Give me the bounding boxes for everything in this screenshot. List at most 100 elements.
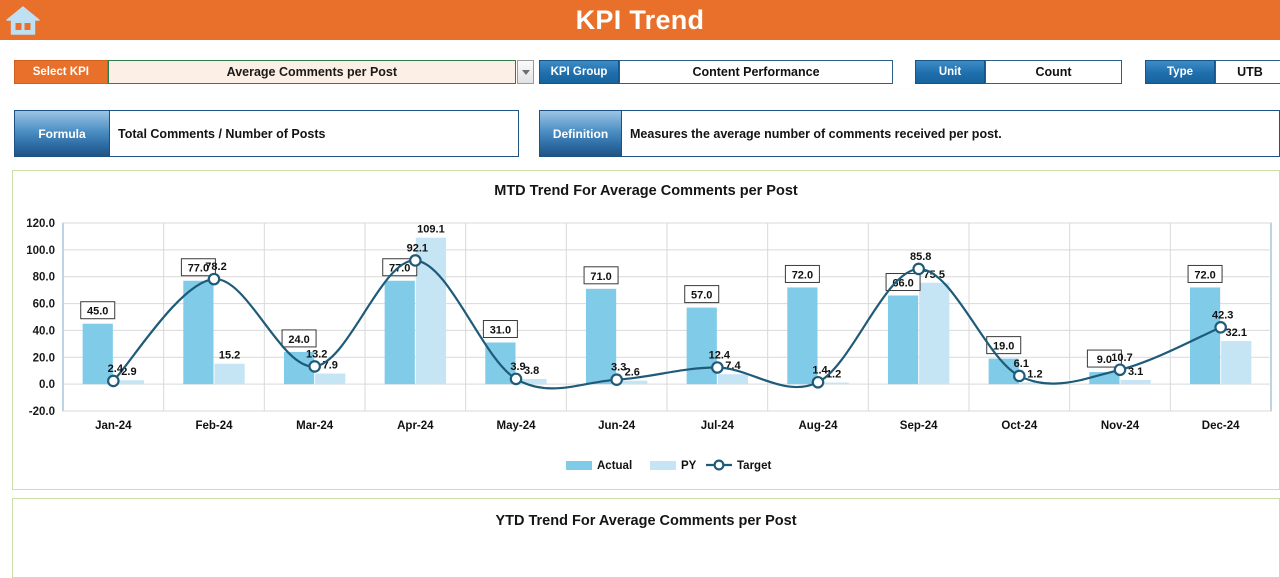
py-value-label: 15.2 <box>219 350 240 362</box>
target-value-label: 78.2 <box>205 261 226 273</box>
y-axis-tick-label: 80.0 <box>33 272 55 284</box>
legend-label: PY <box>681 460 697 472</box>
legend-marker <box>713 459 725 471</box>
target-value-label: 3.3 <box>611 362 626 374</box>
select-kpi-control[interactable]: Select KPI Average Comments per Post <box>14 60 534 84</box>
target-marker <box>811 375 825 389</box>
definition-block: Definition Measures the average number o… <box>539 110 1280 157</box>
legend-swatch <box>650 461 676 470</box>
target-marker <box>610 373 623 387</box>
definition-value: Measures the average number of comments … <box>622 110 1280 157</box>
page-title: KPI Trend <box>575 4 705 35</box>
actual-value-label: 24.0 <box>288 334 309 346</box>
actual-value-label: 9.0 <box>1097 354 1112 366</box>
target-value-label: 13.2 <box>306 348 327 360</box>
formula-label: Formula <box>14 110 110 157</box>
x-axis-tick-label: Mar-24 <box>296 420 334 432</box>
actual-value-label: 57.0 <box>691 290 712 302</box>
target-value-label: 1.4 <box>812 364 828 376</box>
target-marker <box>912 262 925 276</box>
target-value-label: 3.9 <box>510 361 525 373</box>
actual-value-label: 45.0 <box>87 306 108 318</box>
formula-value: Total Comments / Number of Posts <box>110 110 519 157</box>
y-axis-tick-label: -20.0 <box>29 406 55 418</box>
y-axis-tick-label: 100.0 <box>26 245 55 257</box>
x-axis-tick-label: Feb-24 <box>195 420 233 432</box>
actual-bar <box>82 323 113 385</box>
target-marker <box>207 272 221 286</box>
actual-bar <box>887 295 919 385</box>
py-bar <box>315 373 346 385</box>
type-control: Type UTB <box>1145 60 1280 84</box>
target-marker <box>107 374 120 388</box>
py-bar <box>717 374 749 385</box>
actual-value-label: 72.0 <box>792 269 813 281</box>
unit-control: Unit Count <box>915 60 1122 84</box>
actual-value-label: 71.0 <box>590 271 611 283</box>
unit-value: Count <box>985 60 1122 84</box>
mtd-chart-panel: MTD Trend For Average Comments per Post … <box>12 170 1280 490</box>
type-value: UTB <box>1215 60 1280 84</box>
y-axis-tick-label: 20.0 <box>33 352 55 364</box>
x-axis-tick-label: Aug-24 <box>799 420 839 432</box>
py-bar <box>1120 379 1151 385</box>
x-axis-tick-label: Apr-24 <box>397 420 434 432</box>
x-axis-tick-label: Sep-24 <box>900 420 938 432</box>
target-marker <box>409 254 422 267</box>
legend-label: Target <box>737 460 771 472</box>
actual-value-label: 72.0 <box>1194 269 1215 281</box>
home-icon[interactable] <box>4 2 42 38</box>
actual-bar <box>384 280 415 385</box>
py-value-label: 1.2 <box>1027 369 1042 381</box>
kpi-group-value: Content Performance <box>619 60 893 84</box>
x-axis-tick-label: Jan-24 <box>95 420 132 432</box>
py-bar <box>214 363 245 385</box>
actual-bar <box>183 280 214 385</box>
actual-bar <box>686 307 717 385</box>
target-value-label: 92.1 <box>407 242 428 254</box>
x-axis-tick-label: Dec-24 <box>1202 420 1240 432</box>
mtd-chart-plot: -20.0 0.0 20.0 40.0 60.0 80.0 100.0 120.0 45.0 2.… <box>13 171 1279 489</box>
target-marker <box>509 372 523 386</box>
definition-label: Definition <box>539 110 622 157</box>
type-label: Type <box>1145 60 1215 84</box>
x-axis-tick-label: May-24 <box>497 420 537 432</box>
y-axis-tick-label: 0.0 <box>39 379 55 391</box>
legend-swatch <box>566 461 592 470</box>
target-value-label: 42.3 <box>1212 309 1233 321</box>
target-value-label: 85.8 <box>910 251 931 263</box>
py-bar <box>1221 341 1252 385</box>
target-value-label: 10.7 <box>1111 352 1132 364</box>
y-axis-tick-label: 40.0 <box>33 325 55 337</box>
x-axis-tick-label: Nov-24 <box>1101 420 1140 432</box>
select-kpi-label: Select KPI <box>14 60 108 84</box>
target-value-label: 2.4 <box>108 363 124 375</box>
mtd-chart-svg: -20.0 0.0 20.0 40.0 60.0 80.0 100.0 120.0 45.0 2.… <box>26 218 1272 472</box>
kpi-group-label: KPI Group <box>539 60 619 84</box>
formula-block: Formula Total Comments / Number of Posts <box>14 110 519 157</box>
target-marker <box>711 361 724 374</box>
actual-value-label: 31.0 <box>490 325 511 337</box>
target-value-label: 6.1 <box>1014 358 1029 370</box>
unit-label: Unit <box>915 60 985 84</box>
x-axis-tick-label: Jun-24 <box>598 420 636 432</box>
py-value-label: 109.1 <box>417 224 445 236</box>
target-marker <box>1013 369 1026 383</box>
py-value-label: 3.8 <box>524 365 539 377</box>
y-axis-tick-label: 60.0 <box>33 299 55 311</box>
x-axis-tick-label: Oct-24 <box>1001 420 1037 432</box>
py-value-label: 32.1 <box>1226 327 1247 339</box>
target-marker <box>308 360 321 373</box>
y-axis-tick-label: 120.0 <box>26 218 55 230</box>
chevron-down-icon[interactable] <box>517 60 534 84</box>
app-header: KPI Trend <box>0 0 1280 40</box>
ytd-chart-title: YTD Trend For Average Comments per Post <box>495 513 797 529</box>
ytd-chart-panel: YTD Trend For Average Comments per Post <box>12 498 1280 578</box>
target-value-label: 12.4 <box>709 349 731 361</box>
actual-value-label: 19.0 <box>993 341 1014 353</box>
legend-label: Actual <box>597 460 632 472</box>
target-marker <box>1113 363 1127 377</box>
select-kpi-input[interactable]: Average Comments per Post <box>107 60 517 84</box>
x-axis-tick-label: Jul-24 <box>701 420 735 432</box>
kpi-group-control: KPI Group Content Performance <box>539 60 893 84</box>
